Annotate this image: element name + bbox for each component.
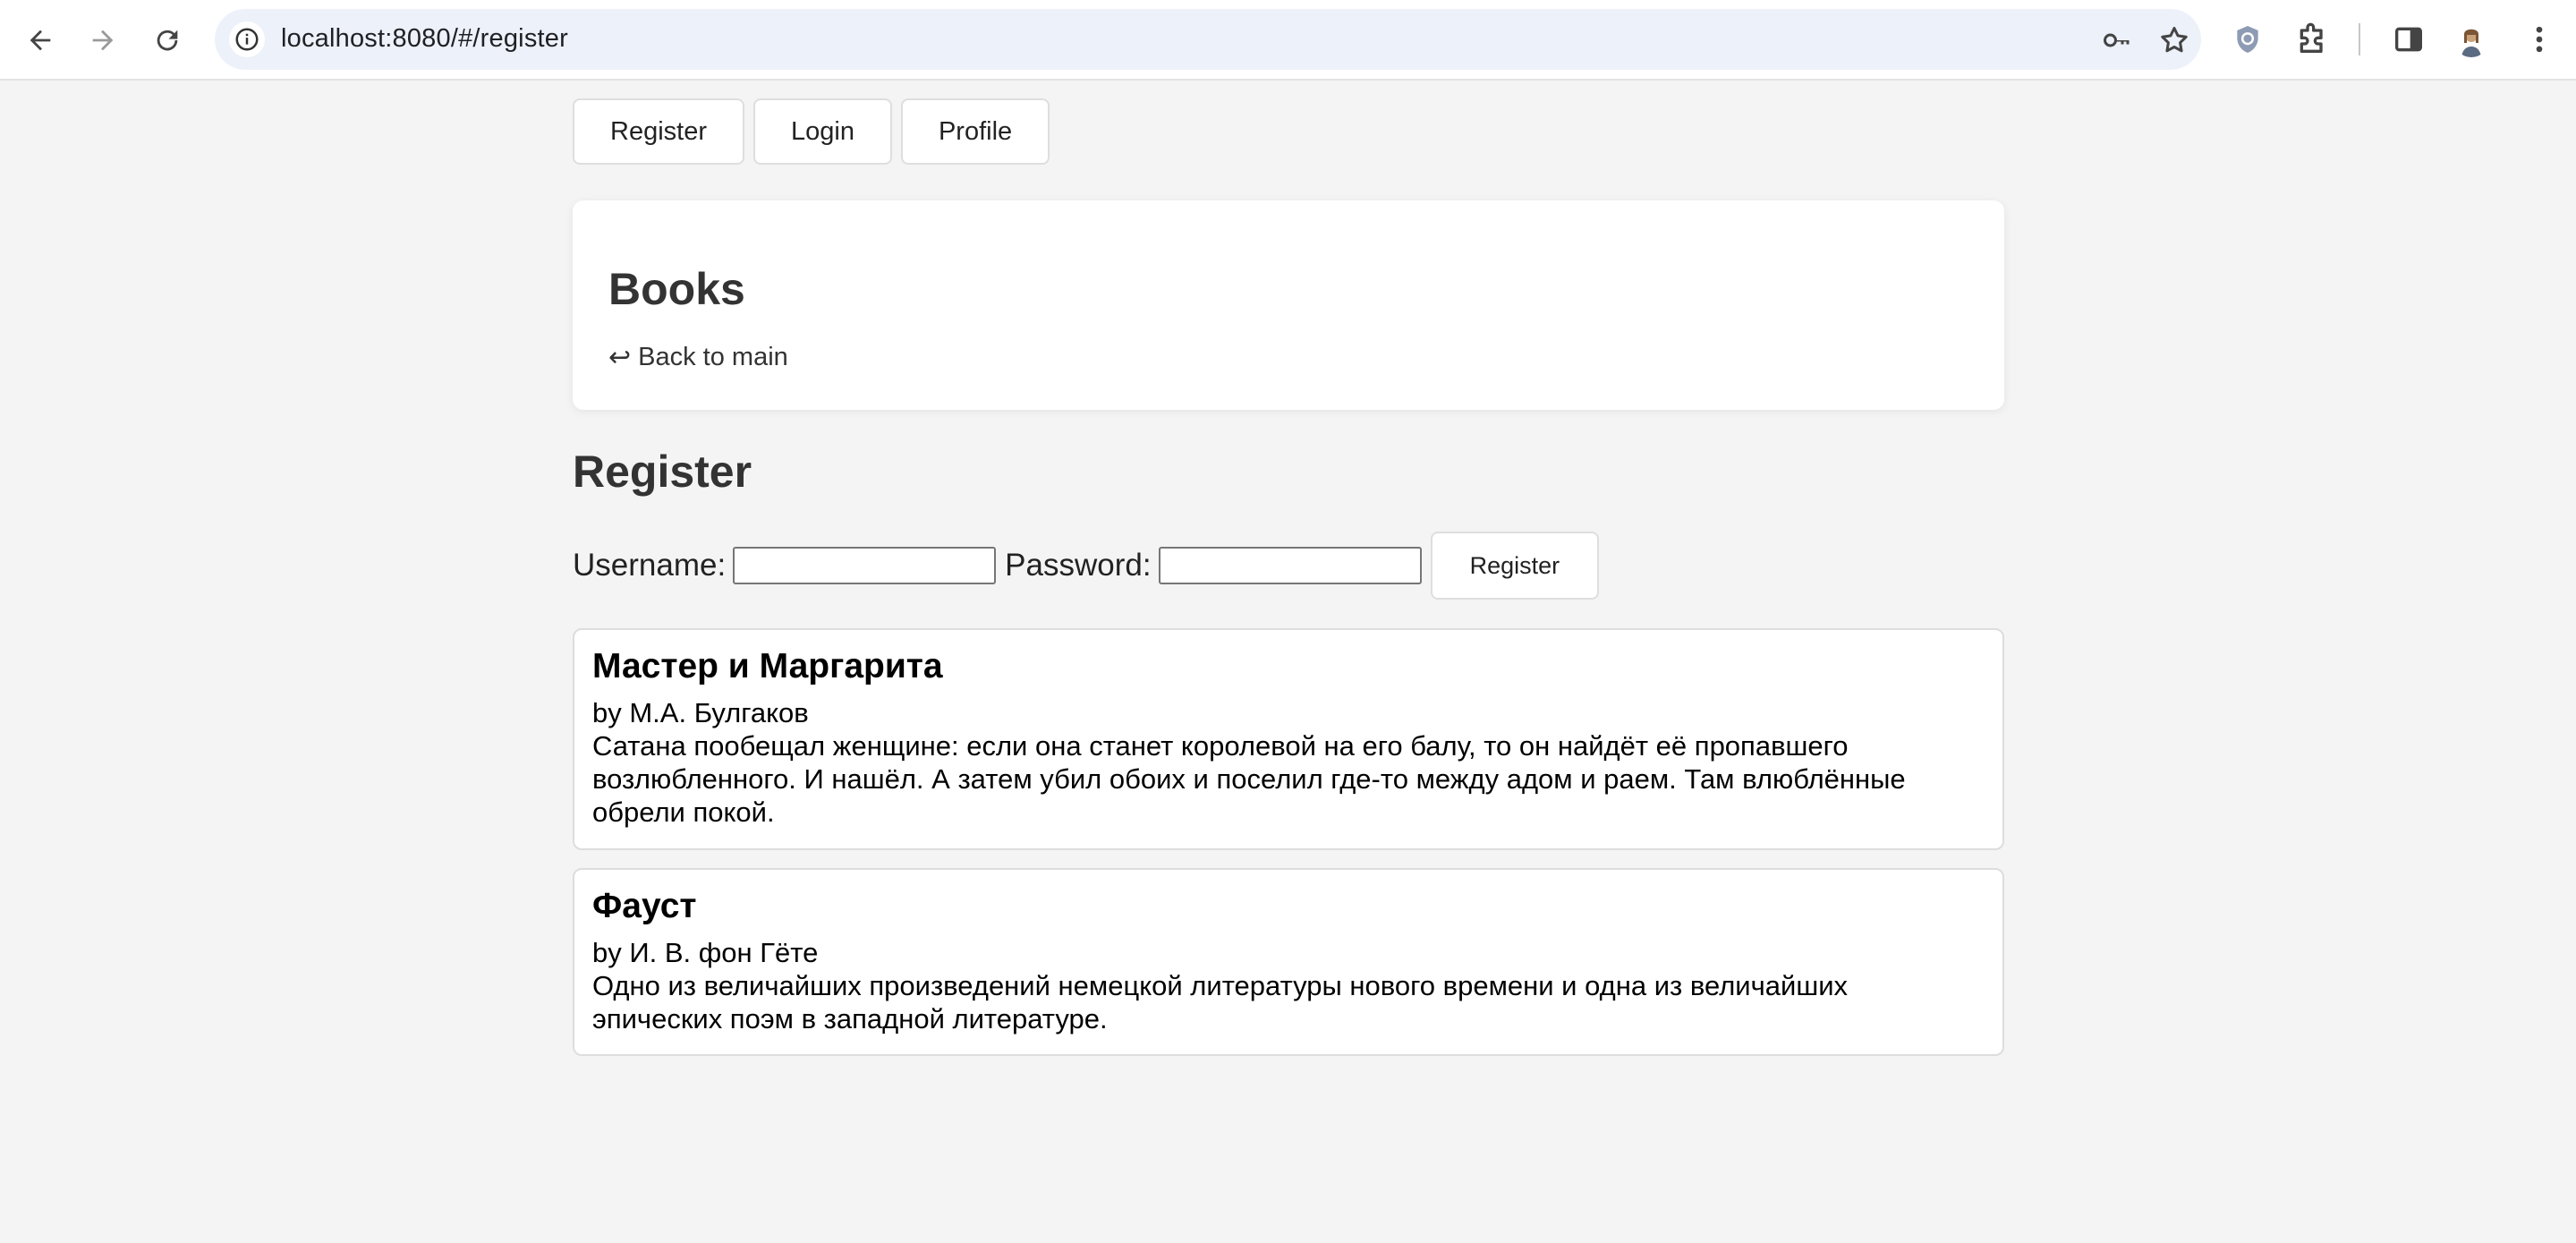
profile-avatar[interactable] bbox=[2453, 21, 2489, 57]
book-title: Фауст bbox=[592, 887, 697, 925]
forward-arrow-icon[interactable] bbox=[82, 20, 123, 61]
top-nav: Register Login Profile bbox=[573, 98, 2004, 165]
nav-register-button[interactable]: Register bbox=[573, 98, 744, 165]
book-author: by М.А. Булгаков bbox=[592, 696, 809, 728]
site-info-icon[interactable] bbox=[229, 21, 265, 57]
shield-extension-icon[interactable] bbox=[2230, 21, 2266, 57]
username-input[interactable] bbox=[733, 547, 997, 584]
address-bar[interactable]: localhost:8080/#/register bbox=[215, 9, 2201, 70]
username-label: Username: bbox=[573, 548, 727, 583]
book-card: Фауст by И. В. фон Гёте Одно из величайш… bbox=[573, 868, 2004, 1056]
page-content: Register Login Profile Books ↩ Back to m… bbox=[573, 98, 2004, 1056]
book-description: Сатана пообещал женщине: если она станет… bbox=[592, 729, 1906, 828]
extensions-puzzle-icon[interactable] bbox=[2294, 21, 2330, 57]
book-card: Мастер и Маргарита by М.А. Булгаков Сата… bbox=[573, 628, 2004, 850]
page-title: Books bbox=[608, 264, 745, 314]
kebab-menu-icon[interactable] bbox=[2521, 21, 2557, 57]
nav-login-button[interactable]: Login bbox=[753, 98, 892, 165]
bookmark-star-icon[interactable] bbox=[2158, 24, 2190, 56]
password-label: Password: bbox=[1005, 548, 1152, 583]
header-card: Books bbox=[573, 200, 2004, 410]
toolbar-divider bbox=[2359, 23, 2360, 55]
nav-profile-button[interactable]: Profile bbox=[900, 98, 1050, 165]
register-heading: Register bbox=[573, 447, 752, 497]
side-panel-icon[interactable] bbox=[2391, 21, 2427, 57]
back-to-main-link[interactable]: ↩ Back to main bbox=[608, 342, 788, 373]
register-submit-button[interactable]: Register bbox=[1430, 532, 1600, 600]
browser-toolbar: localhost:8080/#/register bbox=[0, 0, 2576, 81]
back-to-main-label: Back to main bbox=[638, 343, 788, 371]
register-form: Username: Password: Register bbox=[573, 532, 1600, 600]
book-description: Одно из величайших произведений немецкой… bbox=[592, 969, 1849, 1034]
book-title: Мастер и Маргарита bbox=[592, 647, 943, 685]
password-key-icon[interactable] bbox=[2101, 24, 2133, 56]
url-text[interactable]: localhost:8080/#/register bbox=[281, 24, 568, 54]
book-author: by И. В. фон Гёте bbox=[592, 936, 819, 968]
return-arrow-icon: ↩ bbox=[608, 343, 632, 372]
password-input[interactable] bbox=[1158, 547, 1422, 584]
back-arrow-icon[interactable] bbox=[20, 20, 61, 61]
reload-icon[interactable] bbox=[147, 20, 188, 61]
